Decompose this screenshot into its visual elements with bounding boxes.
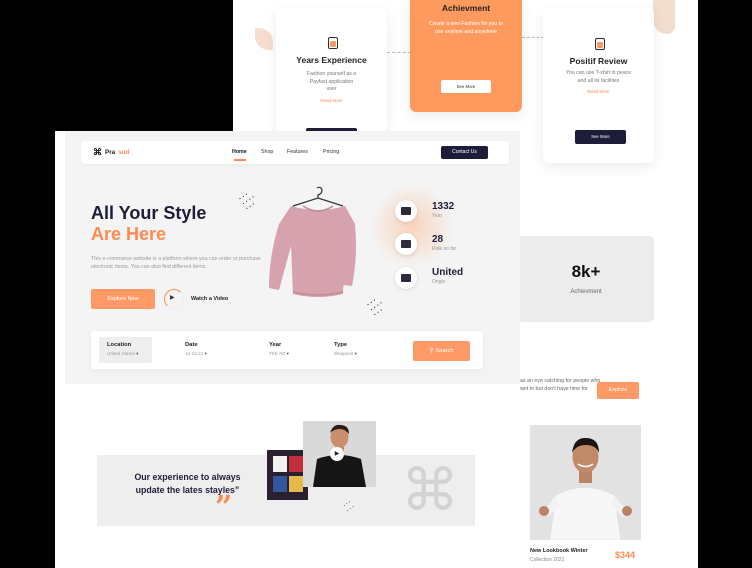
stat-value: 8k+: [571, 262, 601, 281]
card-years-experience: Years Experience Fashion yourself as a P…: [276, 8, 387, 133]
building-icon: [395, 267, 417, 289]
document-icon: [591, 36, 606, 50]
year-select[interactable]: Year TKE AD: [261, 337, 321, 363]
read-more-link[interactable]: Read More: [543, 89, 654, 94]
showcase-stage: Years Experience Fashion yourself as a P…: [0, 0, 752, 568]
stat-origin-label: Origin: [432, 279, 446, 285]
brand-prefix: Pra: [105, 149, 116, 156]
search-bar: Location United Stated Date 14-12-21 Yea…: [91, 331, 483, 369]
stat-ride-label: Ride so far: [432, 246, 457, 252]
stats-glow: [372, 181, 452, 271]
brand-accent: sud: [118, 149, 130, 156]
field-label: Location: [107, 342, 132, 348]
card-title: Positif Review: [569, 56, 628, 66]
top-nav: ⌘ Pra sud Home Shop Features Pricing Cont…: [81, 141, 509, 164]
field-value: United Stated: [107, 351, 144, 357]
leaf-decoration: [653, 0, 675, 34]
product-title: New Lookbook Winter: [530, 548, 588, 554]
man-photo: [530, 425, 641, 540]
calendar-icon: [395, 200, 417, 222]
explore-button[interactable]: Explore: [597, 382, 639, 399]
nav-pricing[interactable]: Pricing: [323, 149, 339, 155]
watch-video-button[interactable]: ▶: [164, 289, 184, 309]
see-more-button[interactable]: See More: [441, 80, 491, 93]
achievement-stat: 8k+ Achievment: [518, 236, 654, 322]
hero-title-accent: Are Here: [91, 224, 167, 244]
clothes-thumbnail: [267, 450, 308, 500]
document-icon: [324, 35, 339, 49]
connector-line: [387, 52, 411, 53]
stat-year-value: 1332: [432, 201, 455, 212]
location-select[interactable]: Location United Stated: [99, 337, 152, 363]
watch-video-label[interactable]: Watch a Video: [191, 296, 228, 302]
stat-year-label: Year: [432, 213, 443, 219]
promo-text: has an eye catching for people who want …: [517, 378, 601, 392]
search-label: Search: [435, 348, 454, 354]
play-button[interactable]: ▶: [330, 447, 344, 461]
field-label: Date: [185, 342, 198, 348]
card-title: Years Experience: [296, 55, 367, 65]
card-achievement: Achievment Create a new Fashion for you …: [410, 0, 522, 112]
see-more-button[interactable]: See More: [575, 130, 626, 144]
connector-line: [522, 37, 544, 38]
card-title: Achievment: [441, 3, 491, 13]
field-value: 14-12-21: [185, 351, 229, 357]
contact-button[interactable]: Contact Us: [441, 146, 488, 159]
field-label: Year: [269, 342, 282, 348]
sweater-image: [269, 186, 356, 297]
command-icon: ⌘: [401, 458, 459, 523]
lookbook-photo: [530, 425, 641, 540]
users-icon: [395, 233, 417, 255]
front-page: ⌘ Pra sud Home Shop Features Pricing Cont…: [55, 131, 520, 568]
quote-mark: ”: [215, 490, 233, 525]
search-icon: ⚲: [429, 348, 434, 354]
play-icon: ▶: [170, 295, 175, 301]
command-icon: ⌘: [93, 147, 102, 157]
field-label: Type: [334, 342, 348, 348]
explore-now-button[interactable]: Explore Now: [91, 289, 155, 309]
play-icon: ▶: [334, 451, 340, 457]
nav-features[interactable]: Features: [287, 149, 308, 155]
field-value: Weapons: [334, 351, 378, 357]
nav-home[interactable]: Home: [232, 149, 247, 161]
date-select[interactable]: Date 14-12-21: [177, 337, 237, 363]
card-positif-review: Positif Review You can use T-shirt in pe…: [543, 8, 654, 163]
search-button[interactable]: ⚲ Search: [413, 341, 470, 361]
product-subtitle: Collection 2021: [530, 557, 565, 563]
clothes-image: [267, 450, 308, 500]
product-price: $344: [615, 550, 636, 560]
card-text: You can use T-shirt in peace and all its…: [565, 70, 632, 84]
leaf-decoration: [255, 28, 273, 50]
nav-shop[interactable]: Shop: [261, 149, 273, 155]
stat-label: Achievment: [570, 289, 602, 295]
hero-title: All Your Style: [91, 203, 207, 223]
stat-ride-value: 28: [432, 234, 444, 245]
brand-logo[interactable]: ⌘ Pra sud: [93, 148, 129, 157]
card-text: Fashion yourself as a Payfast applicatio…: [306, 71, 357, 92]
hero-description: This e-commerce website is a platform wh…: [91, 256, 261, 270]
field-value: TKE AD: [269, 351, 313, 357]
type-select[interactable]: Type Weapons: [326, 337, 386, 363]
stat-origin-value: United: [432, 267, 464, 278]
read-more-link[interactable]: Read More: [276, 98, 387, 103]
card-text: Create a new Fashion for you to use anyt…: [429, 21, 503, 35]
